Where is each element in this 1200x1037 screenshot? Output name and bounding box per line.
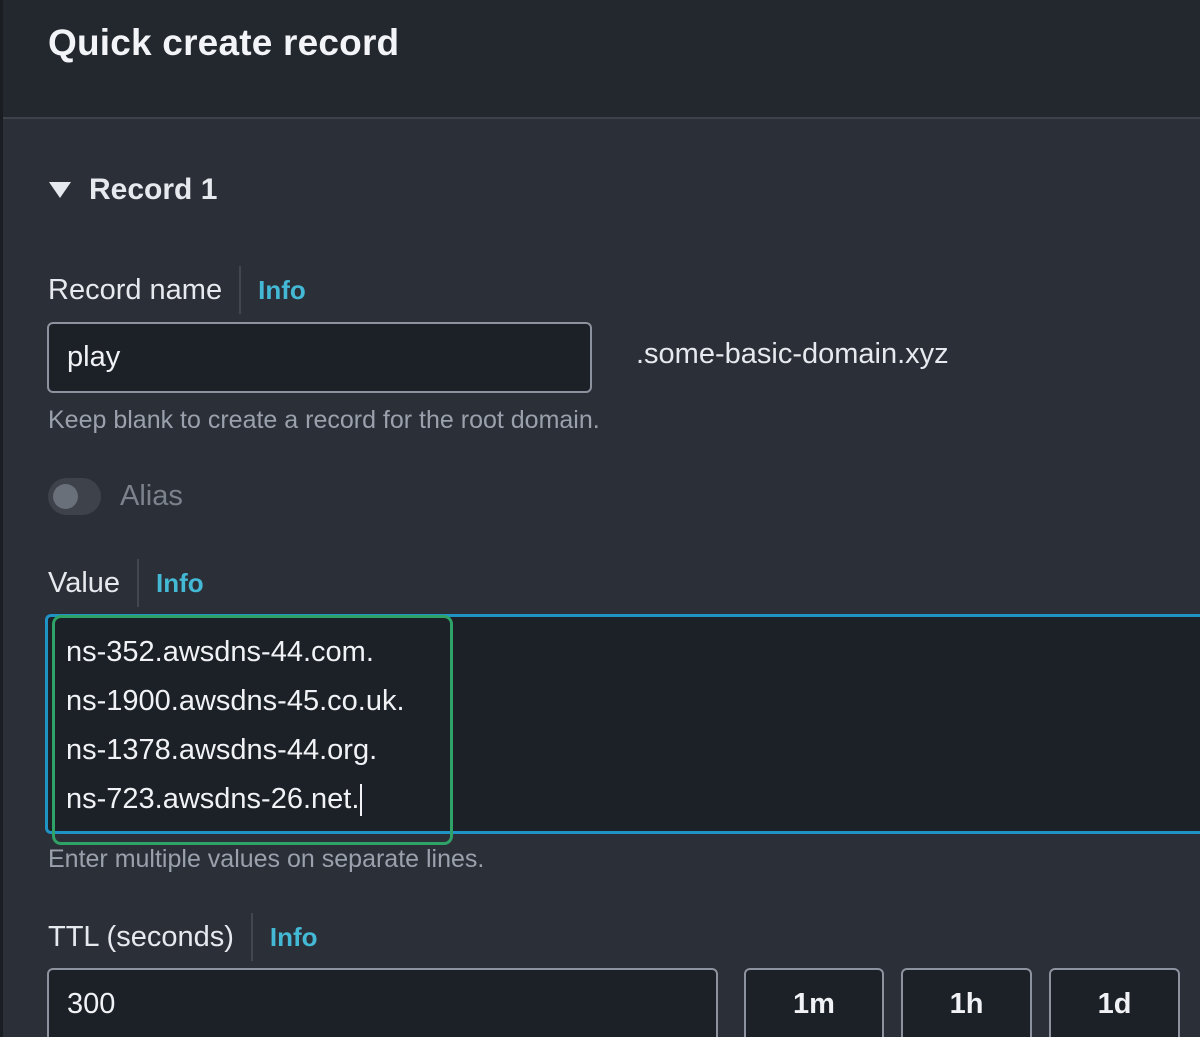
record-section-toggle[interactable]: Record 1 [48, 170, 217, 210]
record-name-value: play [67, 341, 121, 373]
domain-suffix: .some-basic-domain.xyz [636, 338, 949, 370]
record-name-input[interactable]: play [47, 322, 592, 393]
panel-left-border [0, 0, 3, 1037]
triangle-down-icon [48, 180, 72, 200]
alias-toggle-knob [53, 484, 78, 509]
label-divider [239, 266, 242, 314]
record-name-label-row: Record name Info [48, 266, 306, 314]
alias-toggle[interactable] [48, 478, 101, 515]
alias-toggle-row: Alias [48, 478, 183, 515]
ttl-1d-button[interactable]: 1d [1049, 968, 1180, 1037]
ttl-info-link[interactable]: Info [270, 922, 318, 953]
record-name-label: Record name [48, 273, 223, 306]
value-label-row: Value Info [48, 559, 204, 607]
value-line: ns-1900.awsdns-45.co.uk. [66, 685, 405, 717]
record-name-info-link[interactable]: Info [258, 275, 306, 306]
record-name-hint: Keep blank to create a record for the ro… [48, 406, 600, 434]
ttl-1m-button[interactable]: 1m [744, 968, 884, 1037]
value-line: ns-1378.awsdns-44.org. [66, 734, 378, 766]
label-divider [137, 559, 140, 607]
label-divider [250, 913, 253, 961]
value-text: ns-352.awsdns-44.com. ns-1900.awsdns-45.… [66, 628, 405, 824]
section-title: Record 1 [89, 173, 218, 206]
value-info-link[interactable]: Info [156, 568, 204, 599]
value-line-last: ns-723.awsdns-26.net. [66, 775, 405, 824]
value-line: ns-352.awsdns-44.com. [66, 636, 374, 668]
value-hint: Enter multiple values on separate lines. [48, 845, 485, 873]
ttl-value: 300 [67, 988, 116, 1020]
ttl-1h-button[interactable]: 1h [901, 968, 1032, 1037]
quick-create-record-panel: Quick create record Record 1 Record name… [0, 0, 1200, 1037]
ttl-input[interactable]: 300 [47, 968, 718, 1037]
ttl-label: TTL (seconds) [48, 920, 234, 953]
panel-header: Quick create record [3, 0, 1200, 119]
text-caret [360, 784, 363, 817]
ttl-label-row: TTL (seconds) Info [48, 913, 318, 961]
value-label: Value [48, 566, 121, 599]
page-title: Quick create record [48, 22, 400, 63]
alias-label: Alias [120, 480, 183, 512]
